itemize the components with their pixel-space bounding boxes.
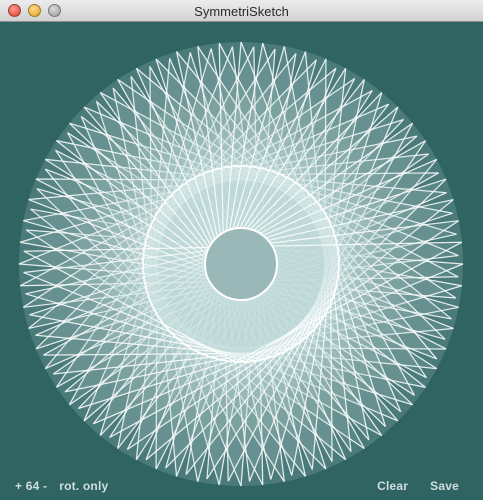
symmetry-count-control[interactable]: + 64 - [15,479,47,493]
center-disc [204,227,278,301]
clear-button[interactable]: Clear [377,479,408,493]
drawing-canvas[interactable] [0,22,483,500]
symmetric-sketch[interactable] [0,22,483,500]
rotation-mode-toggle[interactable]: rot. only [59,479,108,493]
save-button[interactable]: Save [430,479,459,493]
app-window: SymmetriSketch + 64 - rot. only Clear Sa… [0,0,483,500]
title-bar: SymmetriSketch [0,0,483,22]
window-title: SymmetriSketch [194,4,289,19]
footer-bar: + 64 - rot. only Clear Save [0,472,483,500]
